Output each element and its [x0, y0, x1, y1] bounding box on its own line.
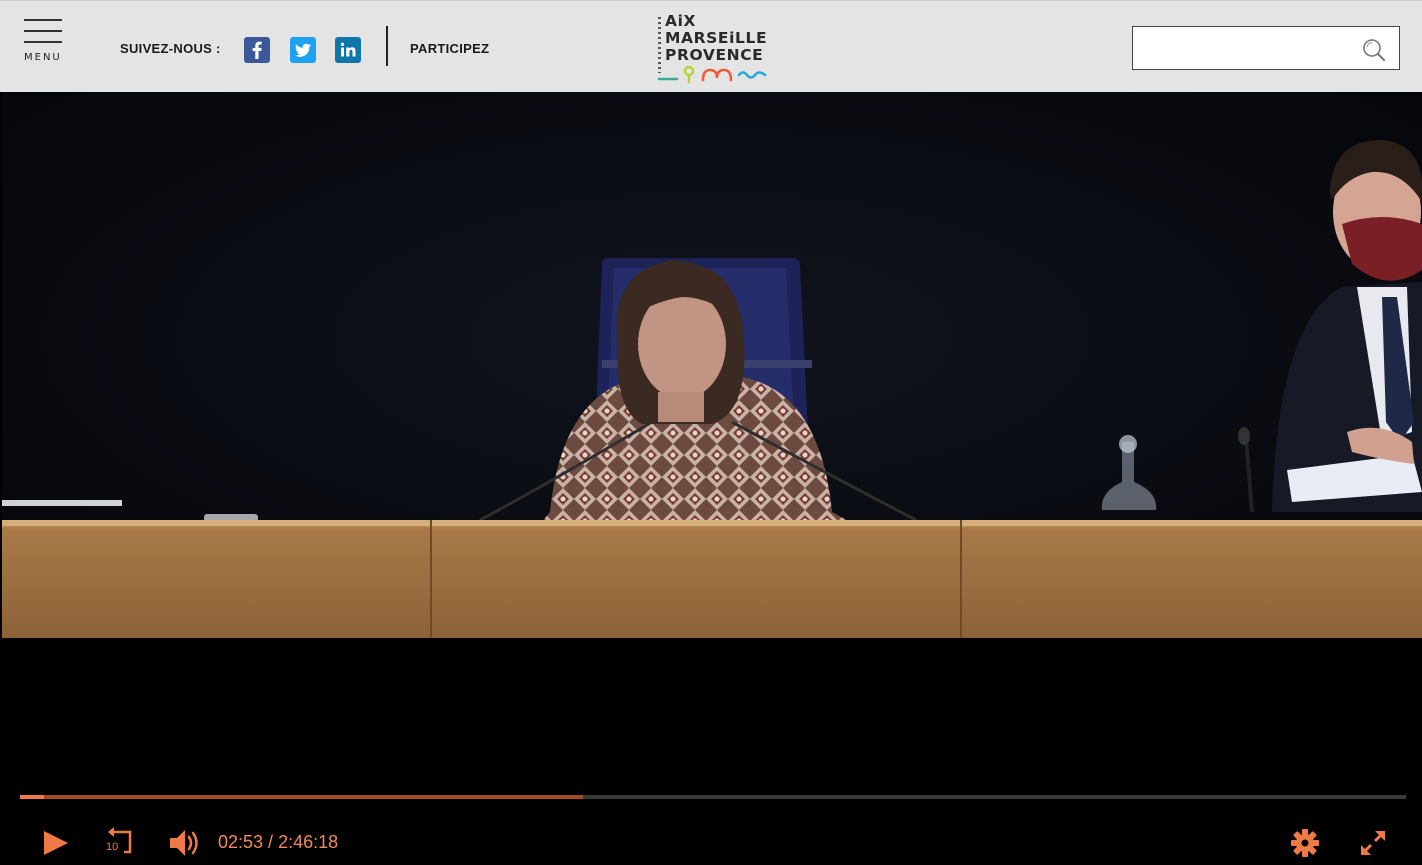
header-divider — [386, 26, 388, 66]
participate-link[interactable]: PARTICIPEZ — [410, 41, 489, 56]
fullscreen-icon[interactable] — [1358, 828, 1388, 858]
hamburger-icon-bar — [24, 41, 62, 43]
time-separator: / — [263, 832, 279, 852]
search-input[interactable] — [1133, 27, 1373, 69]
facebook-icon[interactable] — [244, 37, 270, 63]
logo-line-2: MARSEiLLE — [665, 29, 768, 47]
search-icon[interactable] — [1361, 37, 1387, 63]
volume-icon[interactable] — [168, 827, 202, 859]
progress-buffered — [20, 795, 583, 799]
logo-symbols — [657, 65, 767, 84]
search-box — [1132, 26, 1400, 70]
hamburger-icon-bar — [24, 19, 62, 21]
linkedin-icon[interactable] — [335, 37, 361, 63]
play-icon[interactable] — [40, 828, 70, 858]
video-letterbox — [0, 638, 1422, 865]
hamburger-icon-bar — [24, 30, 62, 32]
menu-button[interactable]: MENU — [24, 19, 64, 65]
replay-10-button[interactable]: 10 — [104, 826, 136, 858]
video-frame[interactable] — [2, 92, 1422, 638]
logo-line-3: PROVENCE — [665, 46, 764, 64]
duration: 2:46:18 — [278, 832, 339, 852]
replay-10-label: 10 — [106, 841, 119, 853]
video-still-image — [2, 92, 1422, 638]
follow-us-label: SUIVEZ-NOUS : — [120, 41, 221, 56]
site-header: MENU SUIVEZ-NOUS : PARTICIPEZ AiX MARSEi… — [0, 0, 1422, 92]
menu-label: MENU — [24, 52, 62, 63]
current-time: 02:53 — [218, 832, 264, 852]
settings-icon[interactable] — [1290, 828, 1320, 858]
aix-marseille-provence-logo[interactable]: AiX MARSEiLLE PROVENCE — [655, 11, 775, 85]
time-display: 02:53 / 2:46:18 — [218, 832, 338, 853]
logo-line-1: AiX — [665, 12, 697, 30]
progress-played — [20, 795, 44, 799]
twitter-icon[interactable] — [290, 37, 316, 63]
progress-bar[interactable] — [20, 795, 1406, 799]
